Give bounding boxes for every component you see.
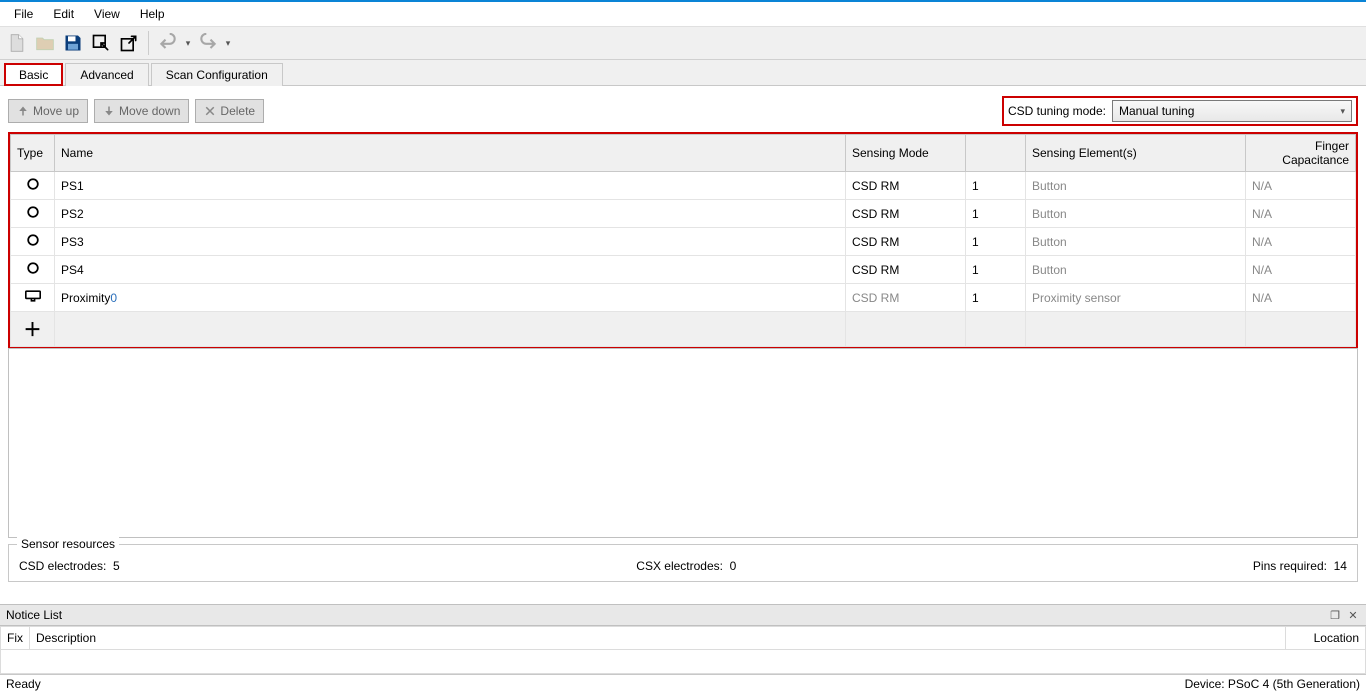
row-element-count[interactable]: 1 — [966, 200, 1026, 228]
restore-icon[interactable]: ❐ — [1328, 608, 1342, 622]
save-icon[interactable] — [60, 30, 86, 56]
pins-required-value: 14 — [1334, 559, 1347, 573]
row-name[interactable]: PS4 — [55, 256, 846, 284]
notice-table: Fix Description Location — [0, 626, 1366, 650]
row-finger-capacitance: N/A — [1246, 256, 1356, 284]
undo-icon[interactable] — [155, 30, 181, 56]
tab-scan-configuration[interactable]: Scan Configuration — [151, 63, 283, 86]
menu-file[interactable]: File — [4, 4, 43, 24]
row-finger-capacitance: N/A — [1246, 284, 1356, 312]
menu-edit[interactable]: Edit — [43, 4, 84, 24]
notice-col-description[interactable]: Description — [30, 627, 1286, 650]
table-row[interactable]: PS3CSD RM1ButtonN/A — [11, 228, 1356, 256]
col-sensing-elements-label[interactable]: Sensing Element(s) — [1026, 135, 1246, 172]
col-name[interactable]: Name — [55, 135, 846, 172]
row-type-icon — [11, 200, 55, 228]
table-row[interactable]: PS1CSD RM1ButtonN/A — [11, 172, 1356, 200]
tab-advanced[interactable]: Advanced — [65, 63, 148, 86]
col-finger-capacitance[interactable]: Finger Capacitance — [1246, 135, 1356, 172]
row-element-count[interactable]: 1 — [966, 284, 1026, 312]
status-bar: Ready Device: PSoC 4 (5th Generation) — [0, 674, 1366, 693]
tab-basic[interactable]: Basic — [4, 63, 63, 86]
menu-bar: File Edit View Help — [0, 2, 1366, 26]
row-element-count[interactable]: 1 — [966, 172, 1026, 200]
delete-label: Delete — [220, 104, 255, 118]
row-sensing-mode[interactable]: CSD RM — [846, 256, 966, 284]
row-type-icon — [11, 284, 55, 312]
chevron-down-icon: ▾ — [1340, 106, 1345, 117]
row-element-count[interactable]: 1 — [966, 228, 1026, 256]
plus-icon: ＋ — [24, 320, 42, 340]
open-file-icon[interactable] — [32, 30, 58, 56]
csx-electrodes-value: 0 — [730, 559, 737, 573]
row-type-icon — [11, 256, 55, 284]
delete-icon — [204, 105, 216, 117]
move-up-label: Move up — [33, 104, 79, 118]
status-ready: Ready — [6, 677, 41, 691]
notice-col-fix[interactable]: Fix — [1, 627, 30, 650]
arrow-down-icon — [103, 105, 115, 117]
row-element-kind: Button — [1026, 200, 1246, 228]
csx-electrodes-label: CSX electrodes: — [636, 559, 723, 573]
status-device: Device: PSoC 4 (5th Generation) — [1185, 677, 1360, 691]
row-finger-capacitance: N/A — [1246, 200, 1356, 228]
pins-required-label: Pins required: — [1253, 559, 1327, 573]
notice-list-title: Notice List — [6, 608, 62, 622]
row-sensing-mode[interactable]: CSD RM — [846, 172, 966, 200]
arrow-up-icon — [17, 105, 29, 117]
row-element-kind: Proximity sensor — [1026, 284, 1246, 312]
export-icon[interactable] — [116, 30, 142, 56]
table-row[interactable]: Proximity0CSD RM1Proximity sensorN/A — [11, 284, 1356, 312]
tuning-mode-value: Manual tuning — [1119, 104, 1194, 118]
table-row[interactable]: PS4CSD RM1ButtonN/A — [11, 256, 1356, 284]
undo-dropdown-icon[interactable]: ▾ — [183, 38, 193, 49]
close-icon[interactable]: ✕ — [1346, 608, 1360, 622]
delete-button[interactable]: Delete — [195, 99, 264, 123]
add-row[interactable]: ＋ — [11, 312, 1356, 347]
tab-bar: Basic Advanced Scan Configuration — [0, 60, 1366, 86]
col-sensing-elements[interactable] — [966, 135, 1026, 172]
row-name[interactable]: PS1 — [55, 172, 846, 200]
row-sensing-mode[interactable]: CSD RM — [846, 200, 966, 228]
col-sensing-mode[interactable]: Sensing Mode — [846, 135, 966, 172]
row-sensing-mode[interactable]: CSD RM — [846, 284, 966, 312]
row-finger-capacitance: N/A — [1246, 228, 1356, 256]
row-element-kind: Button — [1026, 172, 1246, 200]
csd-electrodes-label: CSD electrodes: — [19, 559, 106, 573]
table-row[interactable]: PS2CSD RM1ButtonN/A — [11, 200, 1356, 228]
row-name[interactable]: PS2 — [55, 200, 846, 228]
redo-icon[interactable] — [195, 30, 221, 56]
row-type-icon — [11, 228, 55, 256]
row-finger-capacitance: N/A — [1246, 172, 1356, 200]
sensor-resources-panel: Sensor resources CSD electrodes: 5 CSX e… — [8, 544, 1358, 582]
new-file-icon[interactable] — [4, 30, 30, 56]
csd-electrodes-value: 5 — [113, 559, 120, 573]
notice-col-location[interactable]: Location — [1286, 627, 1366, 650]
move-down-label: Move down — [119, 104, 180, 118]
menu-view[interactable]: View — [84, 4, 130, 24]
row-type-icon — [11, 172, 55, 200]
redo-dropdown-icon[interactable]: ▾ — [223, 38, 233, 49]
row-sensing-mode[interactable]: CSD RM — [846, 228, 966, 256]
tuning-mode-label: CSD tuning mode: — [1008, 104, 1106, 118]
row-name[interactable]: PS3 — [55, 228, 846, 256]
notice-list-header: Notice List ❐ ✕ — [0, 604, 1366, 626]
row-name[interactable]: Proximity0 — [55, 284, 846, 312]
row-element-kind: Button — [1026, 256, 1246, 284]
sensor-table: Type Name Sensing Mode Sensing Element(s… — [10, 134, 1356, 347]
row-element-count[interactable]: 1 — [966, 256, 1026, 284]
sensor-resources-legend: Sensor resources — [17, 537, 119, 551]
menu-help[interactable]: Help — [130, 4, 175, 24]
toolbar: ▾ ▾ — [0, 26, 1366, 60]
row-element-kind: Button — [1026, 228, 1246, 256]
move-down-button[interactable]: Move down — [94, 99, 189, 123]
import-icon[interactable] — [88, 30, 114, 56]
tuning-mode-select[interactable]: Manual tuning ▾ — [1112, 100, 1352, 122]
move-up-button[interactable]: Move up — [8, 99, 88, 123]
col-type[interactable]: Type — [11, 135, 55, 172]
